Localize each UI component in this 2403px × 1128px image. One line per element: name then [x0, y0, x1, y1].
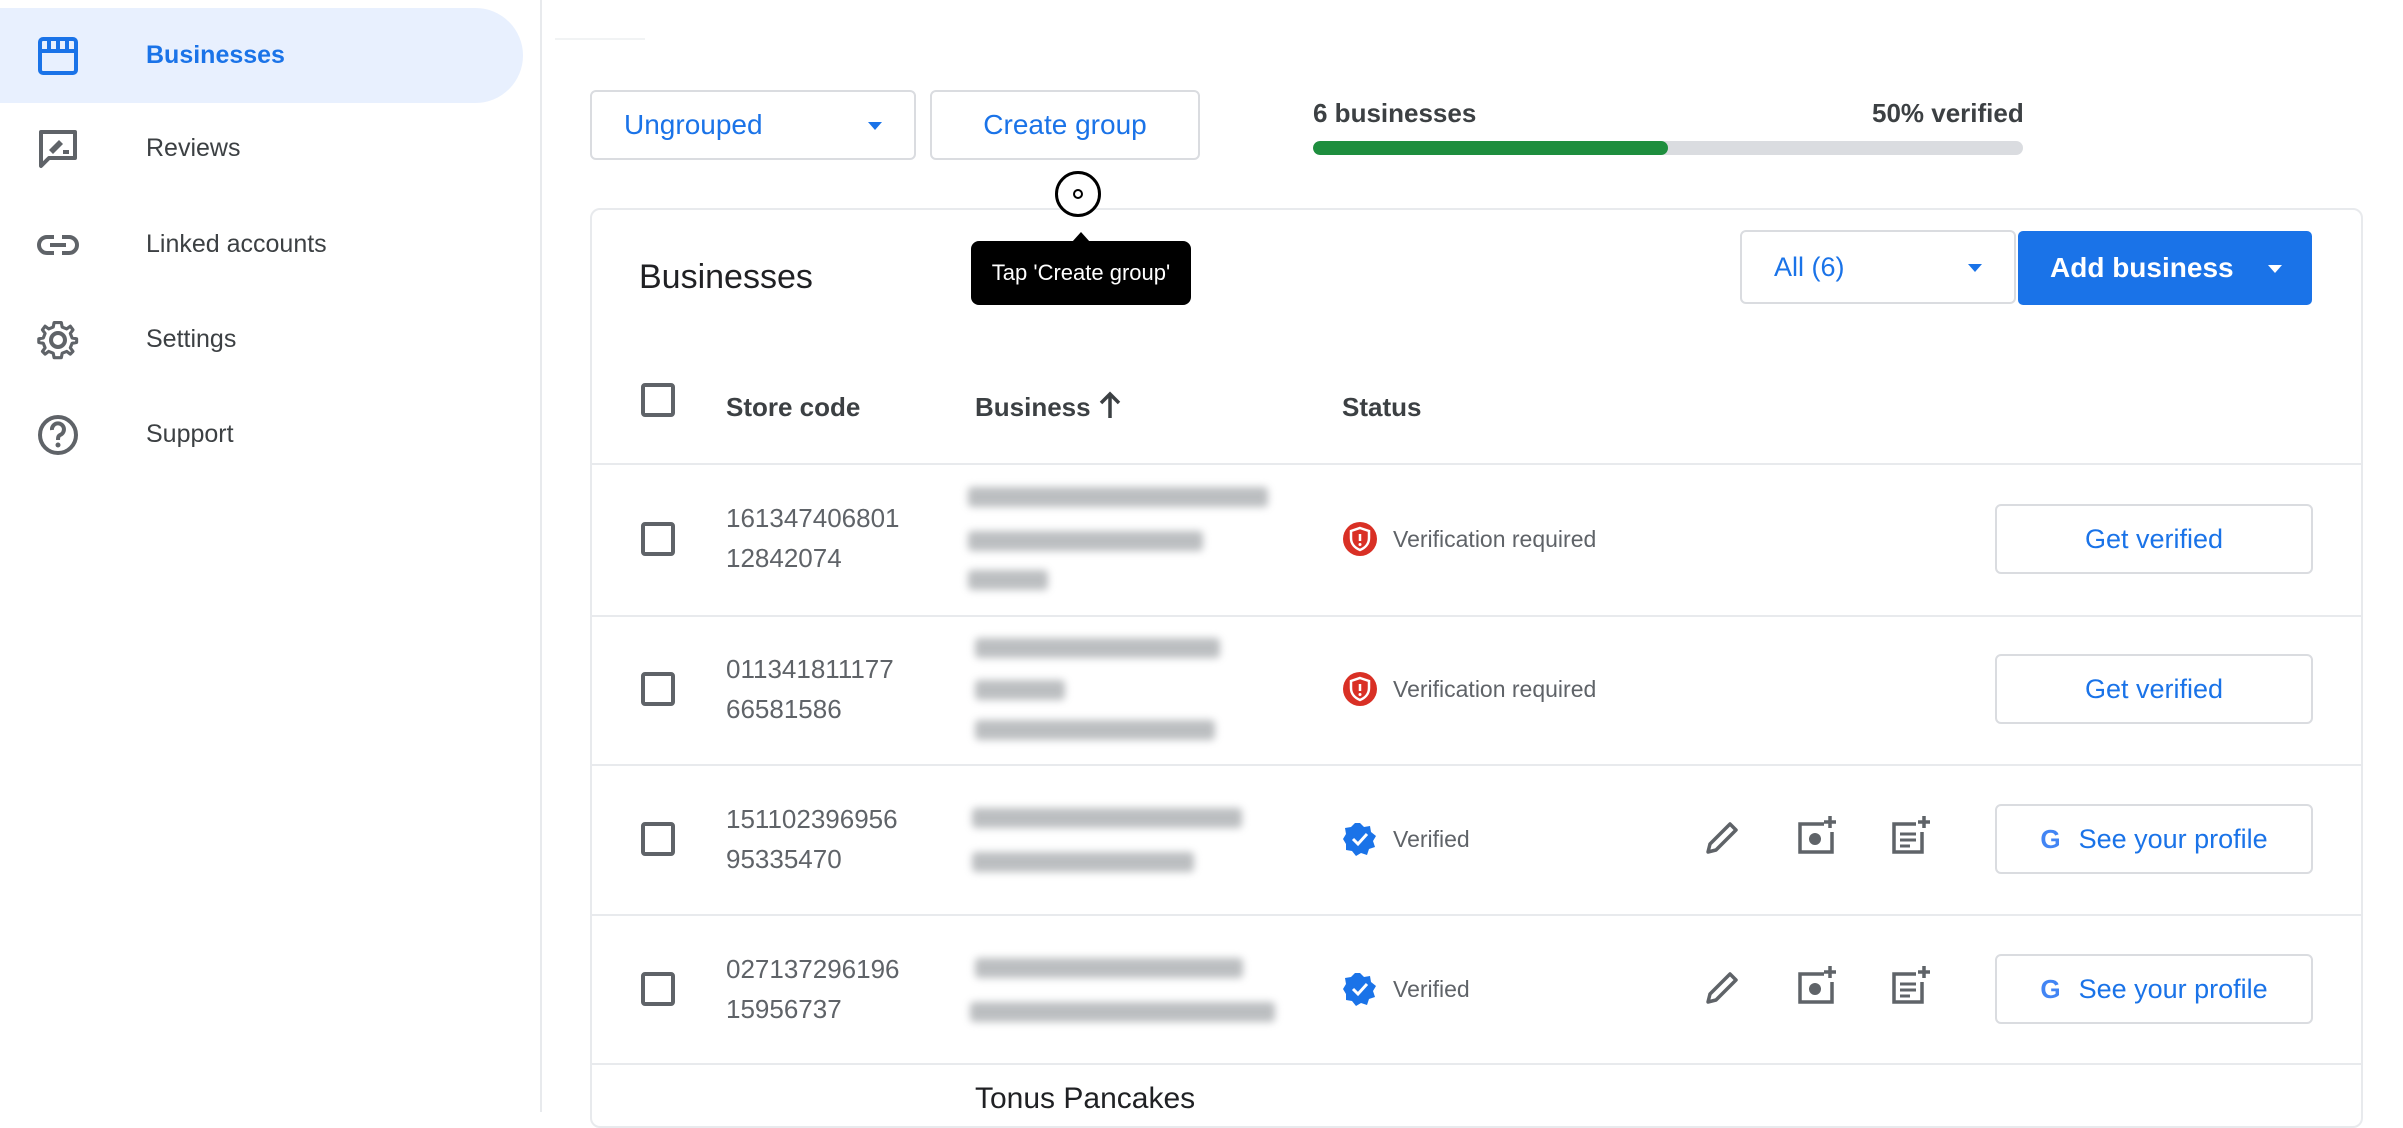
warning-shield-icon — [1342, 521, 1378, 557]
redacted-business-info — [972, 852, 1194, 872]
google-g-icon: G — [2040, 823, 2061, 854]
chevron-down-icon — [2268, 265, 2282, 273]
gear-icon — [36, 318, 80, 362]
column-header-business[interactable]: Business — [975, 392, 1091, 423]
redacted-business-info — [968, 570, 1048, 590]
get-verified-button[interactable]: Get verified — [1995, 654, 2313, 724]
redacted-business-info — [975, 720, 1215, 740]
select-all-checkbox[interactable] — [641, 383, 675, 417]
sidebar-item-label: Businesses — [146, 41, 285, 69]
store-code-line: 027137296196 — [726, 954, 900, 984]
verified-percent: 50% verified — [1872, 98, 2024, 128]
tap-indicator — [1055, 171, 1101, 217]
redacted-business-info — [970, 1002, 1275, 1022]
get-verified-button[interactable]: Get verified — [1995, 504, 2313, 574]
sidebar-item-reviews[interactable]: Reviews — [0, 101, 523, 196]
google-g-icon: G — [2040, 973, 2061, 1004]
help-icon — [36, 413, 80, 457]
redacted-business-info — [972, 808, 1242, 828]
group-select[interactable]: Ungrouped — [590, 90, 916, 160]
store-code-line: 95335470 — [726, 844, 842, 874]
divider — [592, 1063, 2361, 1065]
add-photo-icon[interactable] — [1794, 964, 1838, 1008]
store-code-line: 12842074 — [726, 543, 842, 573]
sidebar-item-label: Settings — [146, 325, 237, 353]
sidebar-item-label: Support — [146, 420, 234, 448]
status-text: Verification required — [1393, 676, 1597, 702]
verification-progress-bar — [1313, 141, 2023, 155]
sidebar-item-support[interactable]: Support — [0, 387, 523, 482]
status-text: Verification required — [1393, 526, 1597, 552]
verified-check-icon — [1342, 971, 1378, 1007]
divider — [555, 38, 645, 40]
column-header-status[interactable]: Status — [1342, 392, 1421, 423]
review-icon — [36, 127, 80, 171]
redacted-business-info — [968, 531, 1203, 551]
store-code: 027137296196 15956737 — [726, 949, 900, 1029]
store-code-line: 161347406801 — [726, 503, 900, 533]
tooltip: Tap 'Create group' — [971, 232, 1191, 305]
store-code-line: 151102396956 — [726, 804, 898, 834]
store-code: 161347406801 12842074 — [726, 498, 900, 578]
see-your-profile-button[interactable]: G See your profile — [1995, 954, 2313, 1024]
create-group-label: Create group — [983, 109, 1147, 140]
warning-shield-icon — [1342, 671, 1378, 707]
store-code: 151102396956 95335470 — [726, 799, 898, 879]
divider — [592, 463, 2361, 465]
column-header-store-code[interactable]: Store code — [726, 392, 860, 423]
chevron-down-icon — [1968, 264, 1982, 272]
sidebar: Businesses Reviews Linked accounts Setti… — [0, 0, 542, 1112]
divider — [592, 914, 2361, 916]
sidebar-item-label: Reviews — [146, 134, 241, 162]
add-business-button[interactable]: Add business — [2018, 231, 2312, 305]
business-name: Tonus Pancakes — [975, 1082, 1196, 1115]
get-verified-label: Get verified — [2084, 523, 2224, 554]
store-code-line: 15956737 — [726, 994, 842, 1024]
get-verified-label: Get verified — [2084, 673, 2224, 704]
status-text: Verified — [1393, 826, 1470, 852]
redacted-business-info — [975, 958, 1243, 978]
sort-ascending-icon[interactable] — [1098, 390, 1122, 425]
divider — [592, 764, 2361, 766]
create-group-button[interactable]: Create group — [930, 90, 1200, 160]
store-code: 011341811177 66581586 — [726, 649, 894, 729]
store-code-line: 66581586 — [726, 694, 842, 724]
status-text: Verified — [1393, 976, 1470, 1002]
row-checkbox[interactable] — [641, 672, 675, 706]
see-your-profile-button[interactable]: G See your profile — [1995, 804, 2313, 874]
add-post-icon[interactable] — [1888, 964, 1932, 1008]
sidebar-item-label: Linked accounts — [146, 230, 327, 258]
chevron-down-icon — [868, 122, 882, 130]
see-your-profile-label: See your profile — [2078, 823, 2268, 854]
filter-label: All (6) — [1774, 251, 1845, 282]
group-select-label: Ungrouped — [624, 109, 763, 140]
link-icon — [36, 223, 80, 267]
store-code-line: 011341811177 — [726, 654, 894, 684]
filter-select[interactable]: All (6) — [1740, 230, 2016, 304]
add-post-icon[interactable] — [1888, 814, 1932, 858]
verification-progress-fill — [1313, 141, 1668, 155]
redacted-business-info — [968, 487, 1268, 507]
sidebar-item-settings[interactable]: Settings — [0, 292, 523, 387]
edit-pencil-icon[interactable] — [1700, 816, 1744, 860]
add-photo-icon[interactable] — [1794, 814, 1838, 858]
see-your-profile-label: See your profile — [2078, 973, 2268, 1004]
divider — [592, 615, 2361, 617]
sidebar-item-linked-accounts[interactable]: Linked accounts — [0, 197, 523, 292]
row-checkbox[interactable] — [641, 522, 675, 556]
redacted-business-info — [975, 638, 1220, 658]
edit-pencil-icon[interactable] — [1700, 966, 1744, 1010]
sidebar-item-businesses[interactable]: Businesses — [0, 8, 523, 103]
business-count: 6 businesses — [1313, 98, 1477, 128]
verified-check-icon — [1342, 821, 1378, 857]
storefront-icon — [36, 34, 80, 78]
row-checkbox[interactable] — [641, 822, 675, 856]
redacted-business-info — [975, 680, 1065, 700]
row-checkbox[interactable] — [641, 972, 675, 1006]
add-business-label: Add business — [2050, 252, 2234, 283]
card-title: Businesses — [639, 258, 813, 296]
